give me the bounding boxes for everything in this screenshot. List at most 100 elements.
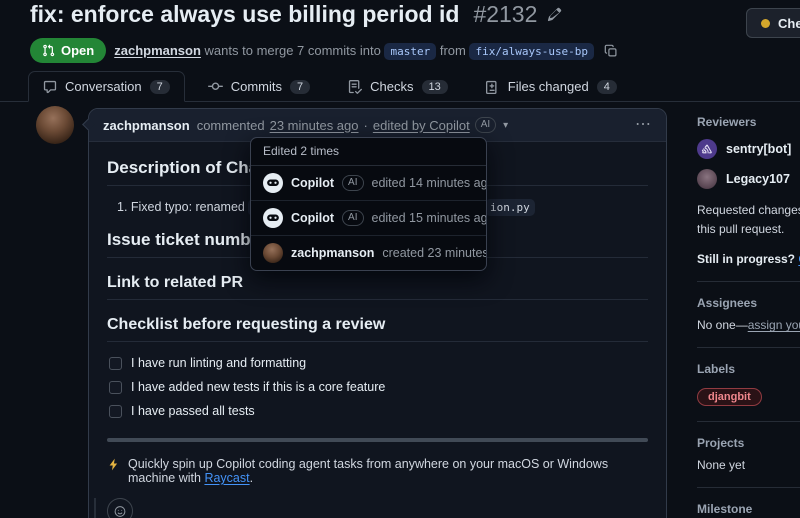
sidebar-section-assignees: Assignees No one—assign yourself <box>697 282 800 348</box>
note-line: Requested changes must be addressed to m… <box>697 201 800 220</box>
list-item-text: 1. Fixed typo: renamed <box>117 200 248 214</box>
tab-label: Conversation <box>65 79 142 94</box>
tab-counter: 4 <box>597 80 617 94</box>
pr-sidebar: Reviewers sentry[bot] Legacy107 Requeste… <box>697 101 800 518</box>
author-link[interactable]: zachpmanson <box>114 43 201 58</box>
lightning-icon <box>107 458 120 474</box>
file-diff-icon <box>486 80 500 94</box>
code-span-filename: ion.py <box>485 199 535 216</box>
entry-author: Copilot <box>291 211 334 225</box>
entry-author: zachpmanson <box>291 246 374 260</box>
reviewer-row[interactable]: Legacy107 <box>697 169 800 189</box>
tab-label: Files changed <box>508 79 589 94</box>
tab-checks[interactable]: Checks 13 <box>333 71 463 102</box>
tab-files-changed[interactable]: Files changed 4 <box>471 71 632 102</box>
tab-counter: 7 <box>290 80 310 94</box>
commit-icon <box>208 79 223 94</box>
comment-bubble-icon <box>43 80 57 94</box>
checklist-item-label: I have run linting and formatting <box>131 356 306 370</box>
checklist-item-label: I have added new tests if this is a core… <box>131 380 385 394</box>
author-avatar <box>263 243 283 263</box>
entry-author: Copilot <box>291 176 334 190</box>
edit-history-title: Edited 2 times <box>251 138 486 166</box>
reviewer-row[interactable]: sentry[bot] <box>697 139 800 159</box>
timeline-thread-line <box>94 498 96 518</box>
base-branch-label[interactable]: master <box>384 43 436 60</box>
assign-yourself-link[interactable]: assign yourself <box>748 318 800 332</box>
check-button[interactable]: Check <box>746 8 800 38</box>
tab-label: Commits <box>231 79 282 94</box>
copilot-icon <box>263 173 283 193</box>
note-line: this pull request. <box>697 220 800 239</box>
comment-action: commented <box>197 118 265 133</box>
tab-label: Checks <box>370 79 413 94</box>
smiley-icon <box>114 504 126 518</box>
projects-heading[interactable]: Projects <box>697 436 800 450</box>
dot-separator: · <box>364 118 368 133</box>
still-in-progress: Still in progress? Convert to draft <box>697 252 800 266</box>
heading-checklist: Checklist before requesting a review <box>107 316 648 342</box>
checklist-item: I have run linting and formatting <box>109 356 648 370</box>
projects-value: None yet <box>697 458 800 472</box>
checklist-icon <box>348 80 362 94</box>
tab-conversation[interactable]: Conversation 7 <box>28 71 185 102</box>
edit-history-entry[interactable]: zachpmanson created 23 minutes ago <box>251 236 486 270</box>
labels-heading[interactable]: Labels <box>697 362 800 376</box>
ai-badge: AI <box>342 175 363 191</box>
pull-request-page: fix: enforce always use billing period i… <box>0 0 800 518</box>
progress-text: Still in progress? <box>697 252 798 266</box>
assignees-heading[interactable]: Assignees <box>697 296 800 310</box>
heading-related-pr: Link to related PR <box>107 274 648 300</box>
label-pill[interactable]: djangbit <box>697 388 762 406</box>
pr-meta: Open zachpmanson wants to merge 7 commit… <box>30 38 618 63</box>
promo-text: Quickly spin up Copilot coding agent tas… <box>128 457 608 485</box>
open-status-badge: Open <box>30 38 106 63</box>
checklist-item: I have passed all tests <box>109 404 648 418</box>
head-branch-label[interactable]: fix/always-use-bp <box>469 43 594 60</box>
tab-commits[interactable]: Commits 7 <box>193 71 325 102</box>
entry-text: edited 15 minutes ago <box>372 211 488 225</box>
milestone-heading[interactable]: Milestone <box>697 502 800 516</box>
checklist-item: I have added new tests if this is a core… <box>109 380 648 394</box>
edit-history-entry[interactable]: Copilot AI edited 14 minutes ago (most r… <box>251 166 486 201</box>
raycast-link[interactable]: Raycast <box>204 471 249 485</box>
sidebar-section-milestone: Milestone No milestone <box>697 488 800 518</box>
checkbox-unchecked[interactable] <box>109 405 122 418</box>
kebab-menu-icon[interactable]: ⋯ <box>635 117 652 133</box>
checklist-item-label: I have passed all tests <box>131 404 255 418</box>
raycast-promo: Quickly spin up Copilot coding agent tas… <box>107 457 648 485</box>
edited-by-link[interactable]: edited by Copilot <box>373 118 470 133</box>
open-badge-label: Open <box>61 43 94 58</box>
reviewer-name: sentry[bot] <box>726 142 791 156</box>
add-reaction-button[interactable] <box>107 498 133 518</box>
entry-text: created 23 minutes ago <box>382 246 487 260</box>
comment-timestamp-link[interactable]: 23 minutes ago <box>270 118 359 133</box>
sidebar-section-labels: Labels djangbit <box>697 348 800 422</box>
checkbox-unchecked[interactable] <box>109 381 122 394</box>
pr-tab-bar: Conversation 7 Commits 7 Checks 13 Files… <box>0 71 800 102</box>
edit-title-pencil-icon[interactable] <box>547 7 562 22</box>
entry-text: edited 14 minutes ago (most recent) <box>372 176 488 190</box>
edit-history-dropdown: Edited 2 times Copilot AI edited 14 minu… <box>250 137 487 271</box>
pending-status-dot-icon <box>761 19 770 28</box>
tab-counter: 7 <box>150 80 170 94</box>
comment-author[interactable]: zachpmanson <box>103 118 190 133</box>
sidebar-section-reviewers: Reviewers sentry[bot] Legacy107 Requeste… <box>697 101 800 282</box>
checkbox-unchecked[interactable] <box>109 357 122 370</box>
no-one-text: No one— <box>697 318 748 332</box>
section-divider <box>107 438 648 442</box>
chevron-down-icon[interactable]: ▾ <box>503 120 508 131</box>
reviewers-heading: Reviewers <box>697 115 800 129</box>
requested-changes-note: Requested changes must be addressed to m… <box>697 201 800 238</box>
assignees-value: No one—assign yourself <box>697 318 800 332</box>
merge-sentence: wants to merge 7 commits into <box>205 43 381 58</box>
ai-badge: AI <box>475 117 496 133</box>
reviewer-name: Legacy107 <box>726 172 790 186</box>
git-pull-request-icon <box>42 44 55 57</box>
edit-history-entry[interactable]: Copilot AI edited 15 minutes ago <box>251 201 486 236</box>
page-title: fix: enforce always use billing period i… <box>30 1 562 28</box>
pr-title-text: fix: enforce always use billing period i… <box>30 1 459 28</box>
pr-number: #2132 <box>473 1 537 28</box>
author-avatar[interactable] <box>36 106 74 144</box>
copy-branch-icon[interactable] <box>604 44 618 58</box>
